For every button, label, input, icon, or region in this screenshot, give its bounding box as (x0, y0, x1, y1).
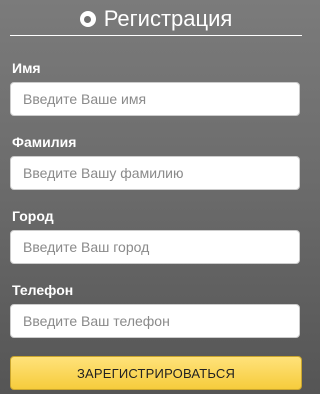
city-input[interactable] (10, 230, 300, 264)
phone-label: Телефон (12, 282, 74, 298)
last-name-input[interactable] (10, 156, 300, 190)
last-name-label: Фамилия (12, 134, 77, 150)
header-divider (10, 35, 302, 36)
form-header: Регистрация (10, 4, 302, 34)
registered-icon (79, 11, 96, 27)
city-label: Город (12, 208, 54, 224)
form-title: Регистрация (103, 6, 233, 31)
first-name-input[interactable] (10, 82, 300, 116)
first-name-label: Имя (12, 60, 41, 76)
register-button[interactable]: ЗАРЕГИСТРИРОВАТЬСЯ (10, 356, 302, 390)
registration-panel: Регистрация Имя Фамилия Город Телефон ЗА… (0, 0, 314, 394)
phone-input[interactable] (10, 304, 300, 338)
